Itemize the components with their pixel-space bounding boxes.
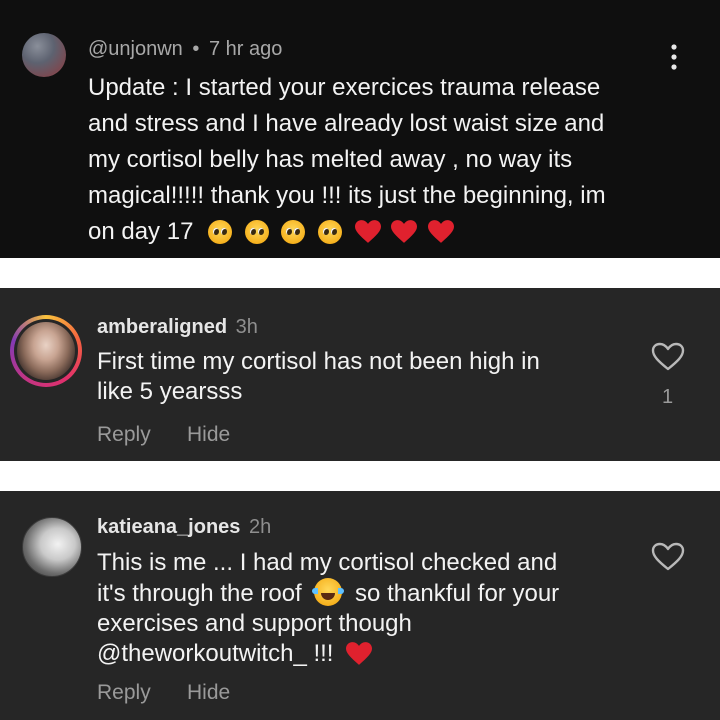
comment-header: katieana_jones 2h bbox=[97, 516, 271, 539]
comment-line: magical!!!!! thank you !!! its just the … bbox=[88, 182, 606, 209]
username[interactable]: amberaligned bbox=[97, 316, 227, 338]
avatar[interactable] bbox=[22, 517, 82, 577]
pleading-face-icon bbox=[281, 220, 306, 244]
username[interactable]: @unjonwn bbox=[88, 38, 183, 60]
pleading-face-icon bbox=[208, 220, 233, 244]
like-heart-icon[interactable] bbox=[651, 342, 685, 372]
timestamp: 7 hr ago bbox=[208, 38, 283, 60]
reply-button[interactable]: Reply bbox=[97, 681, 151, 705]
more-options-icon[interactable] bbox=[671, 44, 677, 70]
comment-line: so thankful for your bbox=[355, 580, 560, 607]
comment-header: amberaligned 3h bbox=[97, 316, 258, 339]
username[interactable]: katieana_jones bbox=[97, 516, 240, 538]
timestamp: 3h bbox=[235, 316, 258, 338]
comment-line: on day 17 bbox=[88, 218, 194, 245]
pleading-face-icon bbox=[318, 220, 343, 244]
timestamp: 2h bbox=[248, 516, 272, 538]
comment-line: First time my cortisol has not been high… bbox=[97, 348, 540, 375]
reply-button[interactable]: Reply bbox=[97, 423, 151, 447]
comment-last-line: on day 17 bbox=[88, 214, 708, 250]
comment-line-with-emoji: it's through the roof so thankful for yo… bbox=[97, 578, 637, 609]
comment-panel-katieana-jones: katieana_jones 2h This is me ... I had m… bbox=[0, 491, 720, 720]
hide-button[interactable]: Hide bbox=[187, 423, 230, 447]
separator-dot: • bbox=[192, 38, 200, 60]
like-heart-icon[interactable] bbox=[651, 542, 685, 572]
comment-panel-amberaligned: amberaligned 3h First time my cortisol h… bbox=[0, 288, 720, 461]
mention-link[interactable]: @theworkoutwitch_ !!! bbox=[97, 640, 333, 667]
hide-button[interactable]: Hide bbox=[187, 681, 230, 705]
comment-line: it's through the roof bbox=[97, 580, 302, 607]
comment-text: Update : I started your exercices trauma… bbox=[88, 70, 708, 250]
comment-text: This is me ... I had my cortisol checked… bbox=[97, 548, 637, 669]
laughing-face-icon bbox=[312, 578, 345, 606]
red-heart-icon bbox=[346, 642, 373, 665]
comment-line: This is me ... I had my cortisol checked… bbox=[97, 549, 558, 576]
comment-line: my cortisol belly has melted away , no w… bbox=[88, 146, 573, 173]
avatar[interactable] bbox=[10, 315, 82, 387]
comment-panel-unjonwn: @unjonwn • 7 hr ago Update : I started y… bbox=[0, 0, 720, 258]
comment-line: exercises and support though bbox=[97, 610, 412, 637]
red-heart-icon bbox=[354, 220, 381, 243]
comment-line: like 5 yearsss bbox=[97, 378, 243, 405]
avatar[interactable] bbox=[22, 33, 66, 77]
pleading-face-icon bbox=[244, 220, 269, 244]
like-count: 1 bbox=[662, 386, 674, 408]
red-heart-icon bbox=[391, 220, 418, 243]
comment-last-line: @theworkoutwitch_ !!! bbox=[97, 639, 637, 669]
red-heart-icon bbox=[428, 220, 455, 243]
comment-line: Update : I started your exercices trauma… bbox=[88, 74, 601, 101]
comment-line: and stress and I have already lost waist… bbox=[88, 110, 605, 137]
comment-text: First time my cortisol has not been high… bbox=[97, 347, 637, 407]
comment-header: @unjonwn • 7 hr ago bbox=[88, 38, 282, 61]
